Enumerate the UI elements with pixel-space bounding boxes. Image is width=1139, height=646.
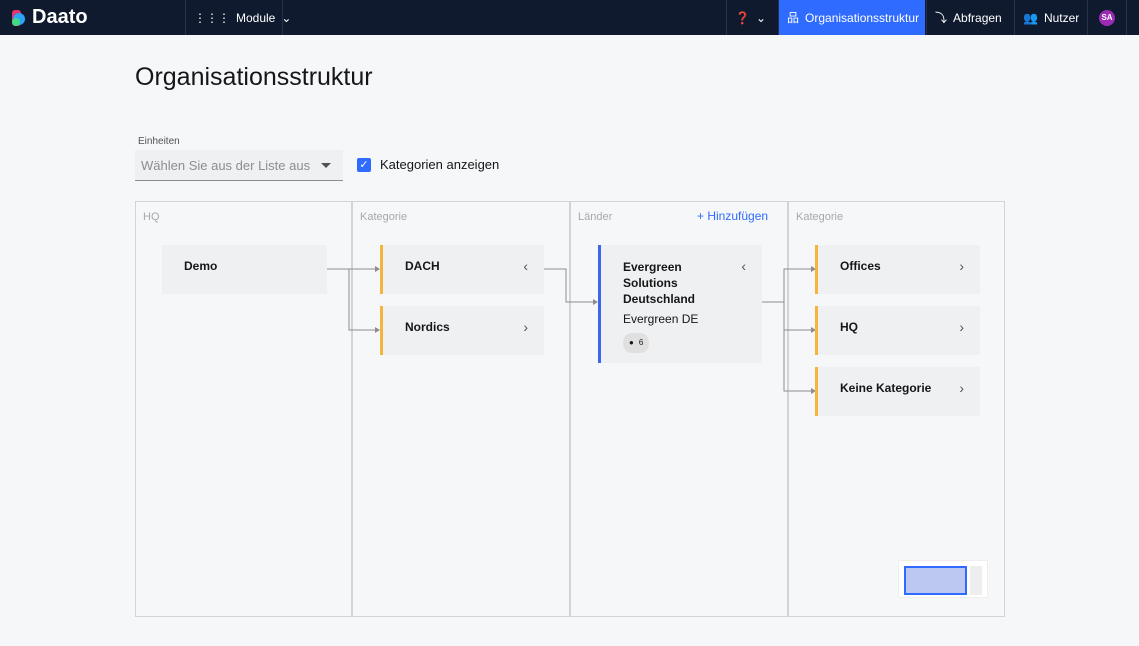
nav-organisationsstruktur[interactable]: 品 Organisationsstruktur	[778, 0, 925, 35]
units-select[interactable]: Wählen Sie aus der Liste aus	[135, 150, 343, 181]
card-keine-kategorie[interactable]: Keine Kategorie ›	[815, 367, 980, 416]
module-menu[interactable]: ⋮⋮⋮ Module ⌄	[185, 0, 291, 35]
hierarchy-icon: 品	[787, 11, 800, 25]
chevron-right-icon[interactable]: ›	[959, 258, 964, 274]
daato-logo-icon	[12, 9, 25, 26]
chevron-right-icon[interactable]: ›	[959, 380, 964, 396]
card-demo[interactable]: Demo	[162, 245, 327, 294]
chevron-right-icon[interactable]: ›	[523, 319, 528, 335]
help-menu[interactable]: ❓ ⌄	[726, 0, 778, 35]
card-offices[interactable]: Offices ›	[815, 245, 980, 294]
top-nav: Daato ⋮⋮⋮ Module ⌄ ❓ ⌄ 品 Organisationsstrukt…	[0, 0, 1139, 35]
minimap[interactable]	[898, 560, 988, 598]
chevron-left-icon[interactable]: ‹	[523, 258, 528, 274]
card-hq[interactable]: HQ ›	[815, 306, 980, 355]
nav-nutzer[interactable]: 👥 Nutzer	[1014, 0, 1087, 35]
logo[interactable]: Daato	[12, 6, 88, 29]
minimap-viewport[interactable]	[904, 566, 967, 595]
nav-abfragen[interactable]: ⤵ Abfragen	[926, 0, 1014, 35]
avatar: SA	[1099, 9, 1115, 26]
org-board: HQ Kategorie Länder + Hinzufügen Kategor…	[135, 201, 1005, 617]
minimap-column	[970, 566, 982, 595]
users-badge: ● 6	[623, 333, 650, 353]
card-evergreen[interactable]: Evergreen Solutions Deutschland Evergree…	[598, 245, 762, 363]
grid-icon: ⋮⋮⋮	[194, 10, 230, 25]
chevron-right-icon[interactable]: ›	[959, 319, 964, 335]
user-menu[interactable]: SA	[1087, 0, 1127, 35]
card-nordics[interactable]: Nordics ›	[380, 306, 544, 355]
chevron-down-icon: ⌄	[281, 10, 292, 25]
card-dach[interactable]: DACH ‹	[380, 245, 544, 294]
show-categories-checkbox[interactable]: ✓	[357, 158, 371, 172]
user-icon: ●	[629, 338, 634, 347]
chevron-left-icon[interactable]: ‹	[741, 258, 746, 274]
page-title: Organisationsstruktur	[135, 63, 373, 91]
flow-icon: ⤵	[935, 11, 948, 25]
chevron-down-icon: ⌄	[755, 10, 767, 25]
show-categories-label[interactable]: Kategorien anzeigen	[380, 157, 499, 172]
units-label: Einheiten	[138, 136, 180, 147]
users-icon: 👥	[1023, 10, 1038, 25]
caret-down-icon	[321, 163, 331, 168]
help-icon: ❓	[735, 10, 750, 25]
